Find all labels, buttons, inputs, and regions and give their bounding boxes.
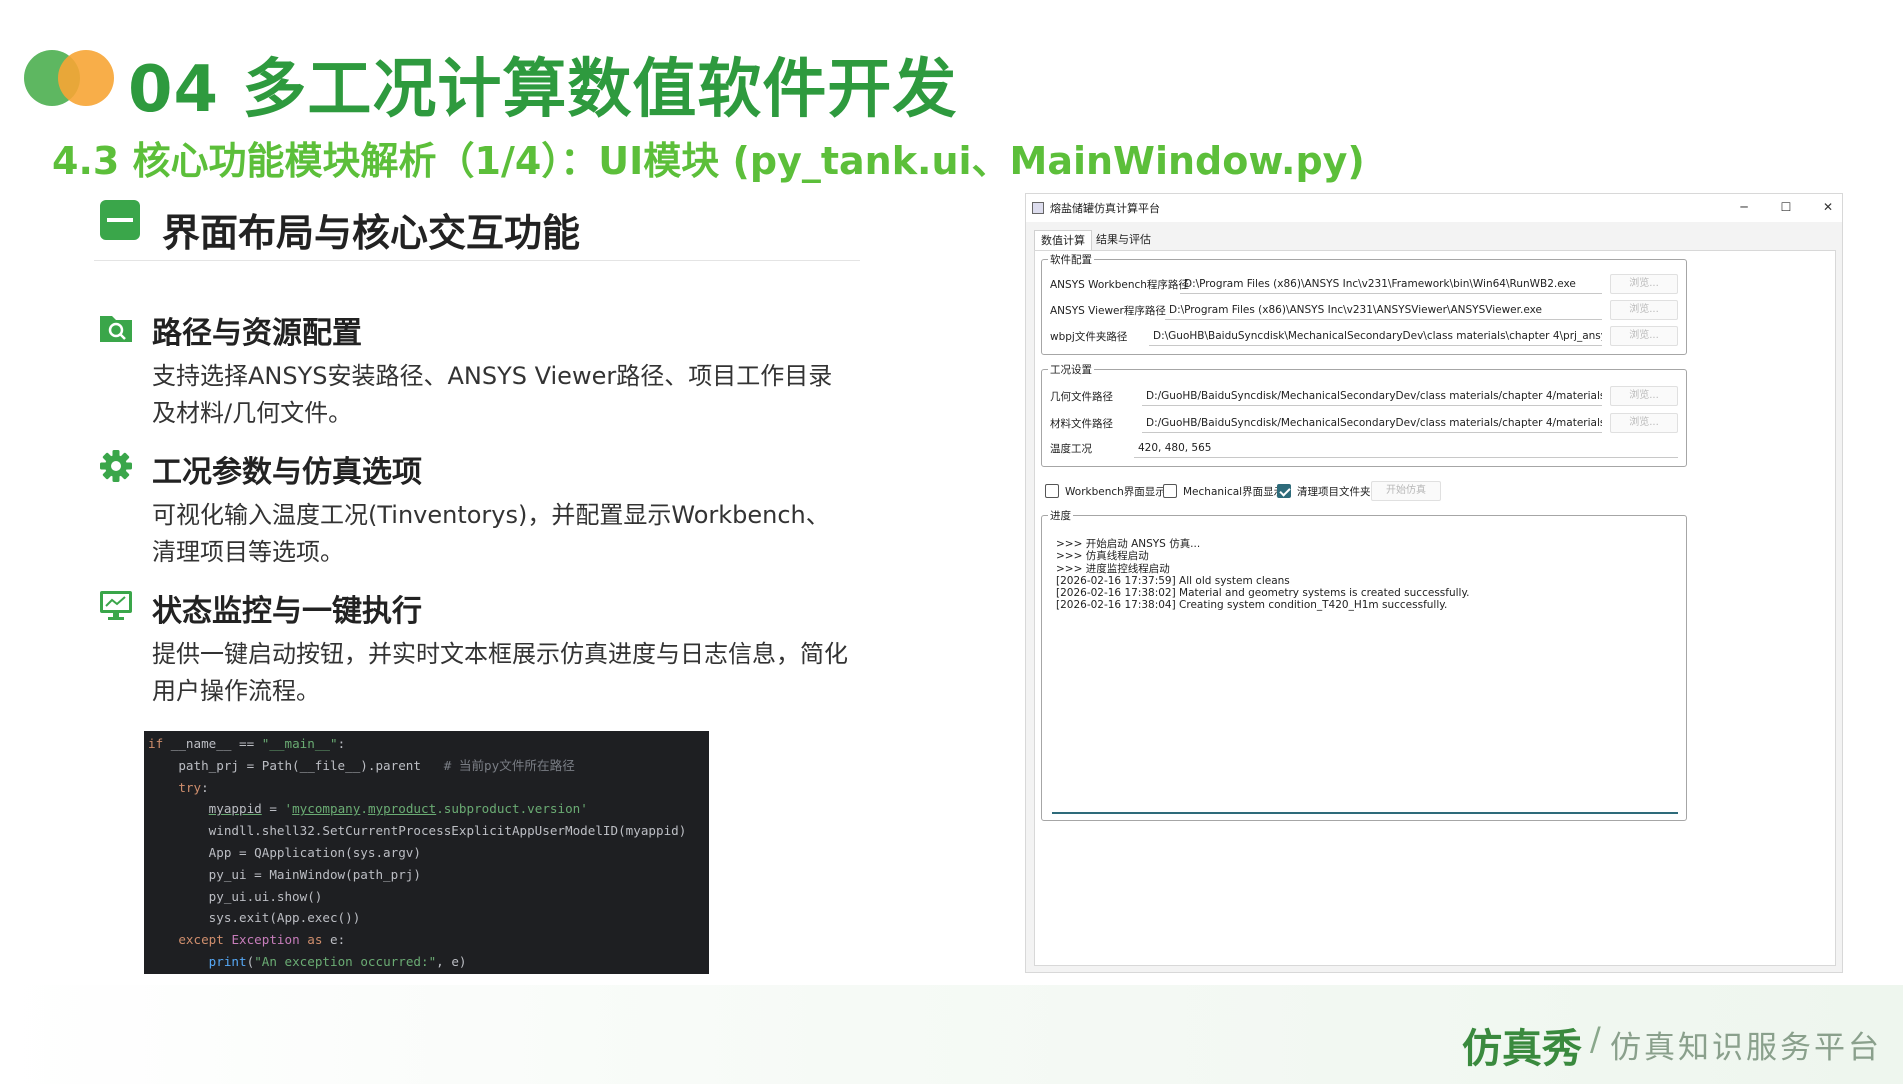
viewer-path-row: ANSYS Viewer程序路径 D:\Program Files (x86)\… (1050, 300, 1678, 320)
start-simulation-button[interactable]: 开始仿真 (1371, 481, 1441, 501)
code-line: windll.shell32.SetCurrentProcessExplicit… (148, 823, 687, 839)
wbpj-path-row: wbpj文件夹路径 D:\GuoHB\BaiduSyncdisk\Mechani… (1050, 326, 1678, 346)
window-title: 熔盐储罐仿真计算平台 (1050, 202, 1160, 215)
slide-subtitle: 4.3 核心功能模块解析（1/4）：UI模块 (py_tank.ui、MainW… (52, 139, 1365, 183)
tab-panel: 软件配置 ANSYS Workbench程序路径 D:\Program File… (1034, 250, 1836, 966)
code-line: if __name__ == "__main__": (148, 736, 346, 751)
wbpj-path-input[interactable]: D:\GuoHB\BaiduSyncdisk\MechanicalSeconda… (1149, 326, 1602, 346)
temperature-case-row: 温度工况 420, 480, 565 (1050, 438, 1678, 458)
field-label: 材料文件路径 (1050, 418, 1113, 430)
close-button[interactable]: ✕ (1818, 198, 1838, 216)
material-path-row: 材料文件路径 D:/GuoHB/BaiduSyncdisk/Mechanical… (1050, 413, 1678, 433)
section-square-icon (100, 200, 140, 240)
mechanical-display-checkbox[interactable] (1163, 484, 1177, 498)
group-label: 工况设置 (1048, 362, 1094, 377)
section-divider (94, 260, 860, 261)
geometry-path-input[interactable]: D:/GuoHB/BaiduSyncdisk/MechanicalSeconda… (1142, 386, 1602, 406)
workbench-display-checkbox[interactable] (1045, 484, 1059, 498)
minimize-button[interactable]: ─ (1734, 198, 1754, 216)
code-line: path_prj = Path(__file__).parent # 当前py文… (148, 757, 575, 773)
section-title: 界面布局与核心交互功能 (162, 211, 581, 255)
slide-title: 04 多工况计算数值软件开发 (128, 53, 958, 127)
footer-slash: / (1590, 1020, 1601, 1058)
code-line: try: (178, 779, 209, 795)
maximize-button[interactable]: ☐ (1776, 198, 1796, 216)
feature-case-params: 工况参数与仿真选项 可视化输入温度工况(Tinventorys)，并配置显示Wo… (98, 447, 858, 567)
window-titlebar: 熔盐储罐仿真计算平台 ─ ☐ ✕ (1026, 194, 1842, 222)
code-line: py_ui = MainWindow(path_prj) (148, 866, 421, 882)
software-config-group: 软件配置 ANSYS Workbench程序路径 D:\Program File… (1041, 252, 1687, 355)
monitor-icon (100, 591, 132, 620)
code-snippet: if __name__ == "__main__": path_prj = Pa… (144, 731, 709, 974)
browse-button[interactable]: 浏览... (1610, 386, 1678, 406)
footer-brand-logo: 仿真秀 (1462, 1026, 1582, 1072)
tab-numerical-calc[interactable]: 数值计算 (1034, 230, 1092, 250)
feature-description: 支持选择ANSYS安装路径、ANSYS Viewer路径、项目工作目录及材料/几… (152, 362, 833, 427)
checkbox-label: Workbench界面显示 (1065, 486, 1166, 498)
feature-title: 状态监控与一键执行 (152, 594, 422, 629)
options-row: Workbench界面显示 Mechanical界面显示 清理项目文件夹 开始仿… (1045, 481, 1445, 501)
field-label: ANSYS Workbench程序路径 (1050, 279, 1189, 291)
checkbox-label: 清理项目文件夹 (1297, 486, 1371, 498)
feature-title: 路径与资源配置 (152, 316, 362, 351)
workbench-path-input[interactable]: D:\Program Files (x86)\ANSYS Inc\v231\Fr… (1180, 274, 1602, 294)
group-label: 进度 (1048, 508, 1073, 523)
code-line: App = QApplication(sys.argv) (148, 844, 421, 860)
feature-path-config: 路径与资源配置 支持选择ANSYS安装路径、ANSYS Viewer路径、项目工… (98, 308, 858, 428)
app-window: 熔盐储罐仿真计算平台 ─ ☐ ✕ 数值计算 结果与评估 软件配置 ANSYS W… (1025, 193, 1843, 973)
code-line: myappid = 'mycompany.myproduct.subproduc… (208, 801, 588, 817)
field-label: ANSYS Viewer程序路径 (1050, 305, 1166, 317)
browse-button[interactable]: 浏览... (1610, 300, 1678, 320)
material-path-input[interactable]: D:/GuoHB/BaiduSyncdisk/MechanicalSeconda… (1142, 413, 1602, 433)
field-label: 温度工况 (1050, 443, 1092, 455)
feature-description: 可视化输入温度工况(Tinventorys)，并配置显示Workbench、清理… (152, 501, 830, 566)
log-line: >>> 进度监控线程启动 (1056, 562, 1170, 575)
workbench-path-row: ANSYS Workbench程序路径 D:\Program Files (x8… (1050, 274, 1678, 294)
temperature-case-input[interactable]: 420, 480, 565 (1134, 438, 1678, 458)
gear-icon (100, 450, 132, 482)
feature-title: 工况参数与仿真选项 (152, 455, 422, 490)
logo-circles-icon (24, 50, 114, 106)
log-line: >>> 开始启动 ANSYS 仿真... (1056, 538, 1201, 550)
browse-button[interactable]: 浏览... (1610, 326, 1678, 346)
code-line: except Exception as e: (178, 932, 346, 948)
log-line: [2026-02-16 17:38:02] Material and geome… (1056, 587, 1470, 600)
browse-button[interactable]: 浏览... (1610, 274, 1678, 294)
group-label: 软件配置 (1048, 252, 1094, 267)
folder-search-icon (100, 316, 132, 342)
log-line: >>> 仿真线程启动 (1056, 550, 1149, 563)
checkbox-label: Mechanical界面显示 (1183, 486, 1285, 498)
app-icon (1032, 202, 1044, 214)
log-line: [2026-02-16 17:38:04] Creating system co… (1056, 599, 1448, 612)
code-line: py_ui.ui.show() (148, 888, 323, 904)
footer-tagline: 仿真知识服务平台 (1610, 1030, 1882, 1066)
field-label: 几何文件路径 (1050, 391, 1113, 403)
feature-monitor-execute: 状态监控与一键执行 提供一键启动按钮，并实时文本框展示仿真进度与日志信息，简化用… (98, 586, 858, 706)
case-settings-group: 工况设置 几何文件路径 D:/GuoHB/BaiduSyncdisk/Mecha… (1041, 362, 1687, 467)
log-line: [2026-02-16 17:37:59] All old system cle… (1056, 574, 1290, 587)
progress-group: 进度 >>> 开始启动 ANSYS 仿真... >>> 仿真线程启动 >>> 进… (1041, 508, 1687, 821)
geometry-path-row: 几何文件路径 D:/GuoHB/BaiduSyncdisk/Mechanical… (1050, 386, 1678, 406)
feature-description: 提供一键启动按钮，并实时文本框展示仿真进度与日志信息，简化用户操作流程。 (152, 640, 848, 705)
viewer-path-input[interactable]: D:\Program Files (x86)\ANSYS Inc\v231\AN… (1165, 300, 1602, 320)
clean-project-checkbox[interactable] (1277, 484, 1291, 498)
progress-log-textbox[interactable]: >>> 开始启动 ANSYS 仿真... >>> 仿真线程启动 >>> 进度监控… (1052, 534, 1678, 814)
code-line: sys.exit(App.exec()) (148, 910, 361, 926)
browse-button[interactable]: 浏览... (1610, 413, 1678, 433)
code-line: print("An exception occurred:", e) (208, 953, 467, 969)
tab-results-eval[interactable]: 结果与评估 (1090, 230, 1157, 250)
field-label: wbpj文件夹路径 (1050, 331, 1128, 343)
